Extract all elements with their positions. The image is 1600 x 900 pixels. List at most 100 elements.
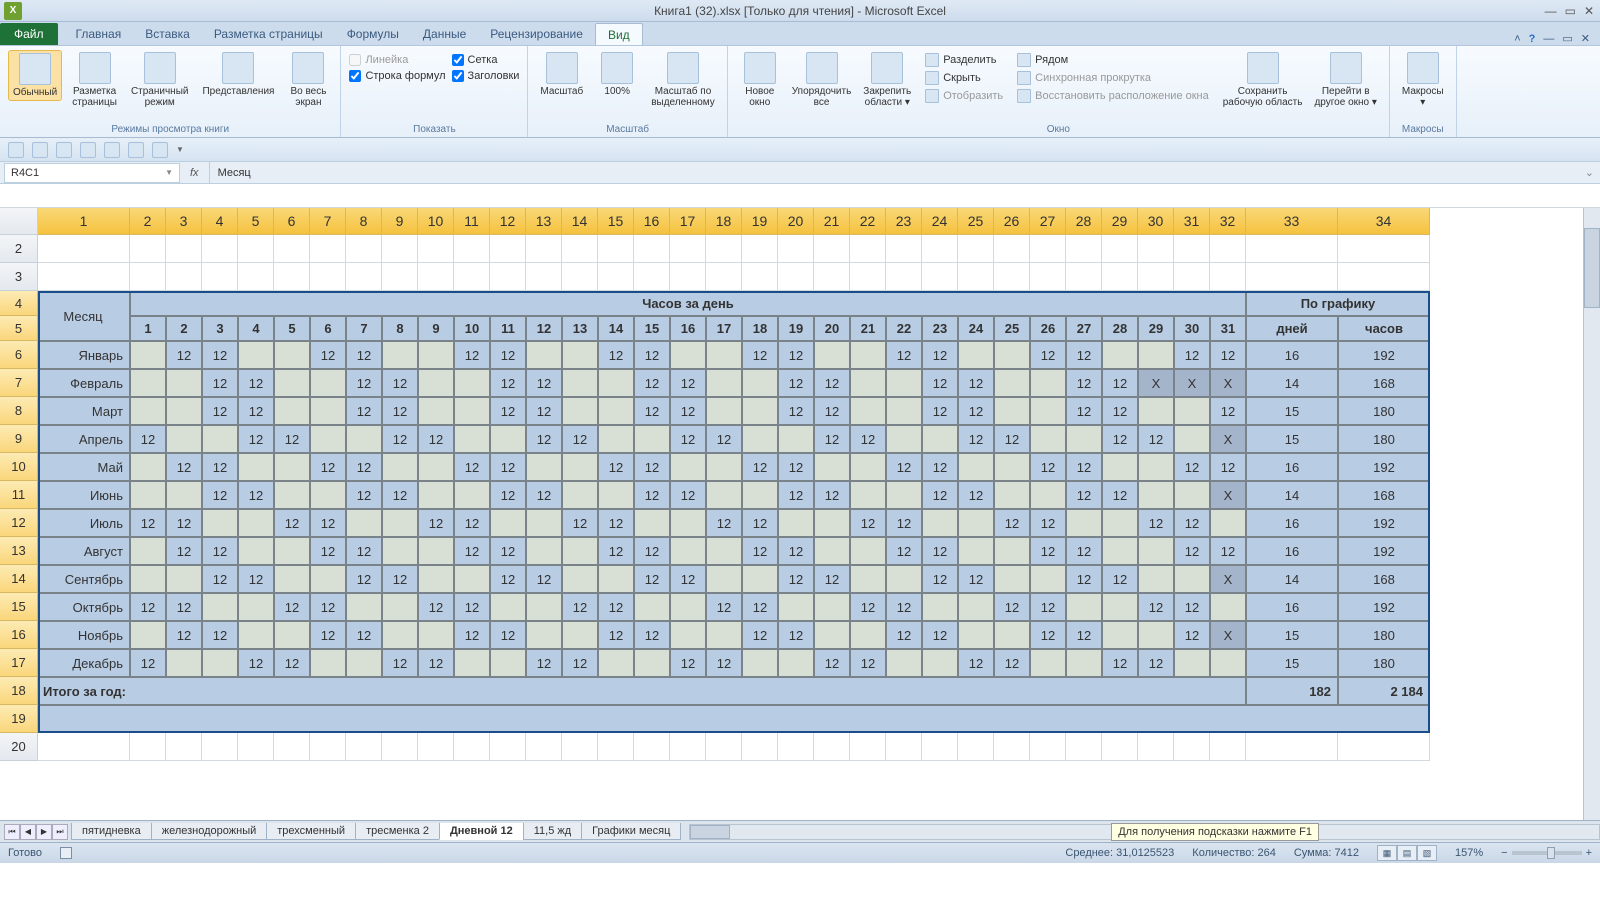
cell-day-header[interactable]: 14 (598, 316, 634, 341)
cell-data[interactable] (1102, 537, 1138, 565)
cell-data[interactable]: 12 (814, 425, 850, 453)
cell-data[interactable] (850, 621, 886, 649)
cell-data[interactable] (130, 341, 166, 369)
cell-hours[interactable]: 168 (1338, 481, 1430, 509)
cell-day-header[interactable]: 19 (778, 316, 814, 341)
cell-data[interactable]: 12 (562, 425, 598, 453)
cell-data[interactable]: 12 (778, 397, 814, 425)
cell-data[interactable]: 12 (454, 621, 490, 649)
cell-month-name[interactable]: Ноябрь (38, 621, 130, 649)
cell-data[interactable]: 12 (886, 453, 922, 481)
cell-hours[interactable]: 192 (1338, 453, 1430, 481)
cell-data[interactable]: 12 (1066, 481, 1102, 509)
cell-data[interactable] (526, 453, 562, 481)
cell-data[interactable]: 12 (166, 509, 202, 537)
ribbon-button[interactable]: 100% (593, 50, 641, 99)
cell-data[interactable]: 12 (670, 425, 706, 453)
sheet-tab[interactable]: железнодорожный (151, 823, 268, 840)
cell-data[interactable] (994, 537, 1030, 565)
cell-data[interactable] (598, 649, 634, 677)
cell-month-name[interactable]: Январь (38, 341, 130, 369)
cell-data[interactable]: X (1138, 369, 1174, 397)
cell-hours[interactable]: 168 (1338, 565, 1430, 593)
cell-data[interactable] (958, 537, 994, 565)
row-header[interactable]: 13 (0, 537, 38, 565)
cell-data[interactable]: 12 (778, 453, 814, 481)
cell-day-header[interactable]: 2 (166, 316, 202, 341)
cell-data[interactable] (598, 369, 634, 397)
horizontal-scrollbar[interactable]: Для получения подсказки нажмите F1 (689, 824, 1600, 840)
column-header[interactable]: 14 (562, 208, 598, 235)
window-restore-icon[interactable]: ▭ (1562, 32, 1572, 45)
cell-data[interactable] (850, 565, 886, 593)
cell-data[interactable]: 12 (526, 369, 562, 397)
cell[interactable] (886, 733, 922, 761)
row-header[interactable]: 9 (0, 425, 38, 453)
undo-icon[interactable] (32, 142, 48, 158)
cell-data[interactable]: 12 (382, 565, 418, 593)
cell-day-header[interactable]: 13 (562, 316, 598, 341)
cell[interactable] (922, 235, 958, 263)
cell-data[interactable] (814, 537, 850, 565)
cell-data[interactable] (274, 621, 310, 649)
cell-hours[interactable]: 168 (1338, 369, 1430, 397)
expand-formula-icon[interactable]: ⌄ (1579, 166, 1600, 179)
cell-data[interactable] (1030, 369, 1066, 397)
cell-days[interactable]: 15 (1246, 649, 1338, 677)
cell-data[interactable] (562, 537, 598, 565)
cell-data[interactable]: 12 (778, 481, 814, 509)
ribbon-tab-0[interactable]: Главная (64, 23, 134, 45)
cell-data[interactable]: 12 (526, 649, 562, 677)
cell-data[interactable] (814, 509, 850, 537)
cell-data[interactable] (202, 649, 238, 677)
cell[interactable] (1066, 263, 1102, 291)
cell-data[interactable]: 12 (742, 341, 778, 369)
ribbon-tab-2[interactable]: Разметка страницы (202, 23, 335, 45)
cell[interactable] (1174, 235, 1210, 263)
cell[interactable] (778, 733, 814, 761)
cell-data[interactable] (598, 565, 634, 593)
cell[interactable] (1246, 263, 1338, 291)
cell[interactable] (346, 263, 382, 291)
column-header[interactable]: 34 (1338, 208, 1430, 235)
cell-day-header[interactable]: 29 (1138, 316, 1174, 341)
tab-first-icon[interactable]: ⏮ (4, 824, 20, 840)
cell-day-header[interactable]: 1 (130, 316, 166, 341)
column-header[interactable]: 12 (490, 208, 526, 235)
cell-data[interactable] (526, 537, 562, 565)
cell-data[interactable] (634, 593, 670, 621)
sheet-tab[interactable]: 11,5 жд (523, 823, 582, 840)
cell-data[interactable]: 12 (1030, 593, 1066, 621)
cell-data[interactable]: 12 (1138, 509, 1174, 537)
cell[interactable] (1030, 235, 1066, 263)
cell-day-header[interactable]: 7 (346, 316, 382, 341)
cell-data[interactable]: 12 (346, 481, 382, 509)
cell-data[interactable]: X (1174, 369, 1210, 397)
cell-data[interactable] (598, 425, 634, 453)
cell[interactable] (634, 235, 670, 263)
cell-data[interactable]: 12 (1138, 425, 1174, 453)
cell-data[interactable]: 12 (310, 509, 346, 537)
chevron-down-icon[interactable]: ▼ (165, 168, 173, 177)
cell[interactable] (814, 733, 850, 761)
cell-data[interactable] (814, 593, 850, 621)
zoom-level[interactable]: 157% (1455, 847, 1483, 859)
ribbon-button[interactable]: Обычный (8, 50, 62, 101)
cell-data[interactable]: 12 (850, 425, 886, 453)
cell-data[interactable] (1138, 397, 1174, 425)
cell-data[interactable]: 12 (1102, 397, 1138, 425)
cell-data[interactable]: 12 (490, 565, 526, 593)
tab-last-icon[interactable]: ⏭ (52, 824, 68, 840)
cell-data[interactable] (454, 481, 490, 509)
cell-data[interactable]: 12 (1174, 453, 1210, 481)
cell-data[interactable] (418, 621, 454, 649)
cell-data[interactable]: X (1210, 425, 1246, 453)
cell[interactable] (1338, 235, 1430, 263)
row-header[interactable]: 6 (0, 341, 38, 369)
cell-data[interactable]: 12 (634, 481, 670, 509)
cell-data[interactable] (706, 453, 742, 481)
cell-data[interactable]: 12 (670, 565, 706, 593)
cell[interactable] (1030, 733, 1066, 761)
ribbon-button[interactable]: Макросы▾ (1398, 50, 1448, 110)
cell[interactable] (166, 733, 202, 761)
